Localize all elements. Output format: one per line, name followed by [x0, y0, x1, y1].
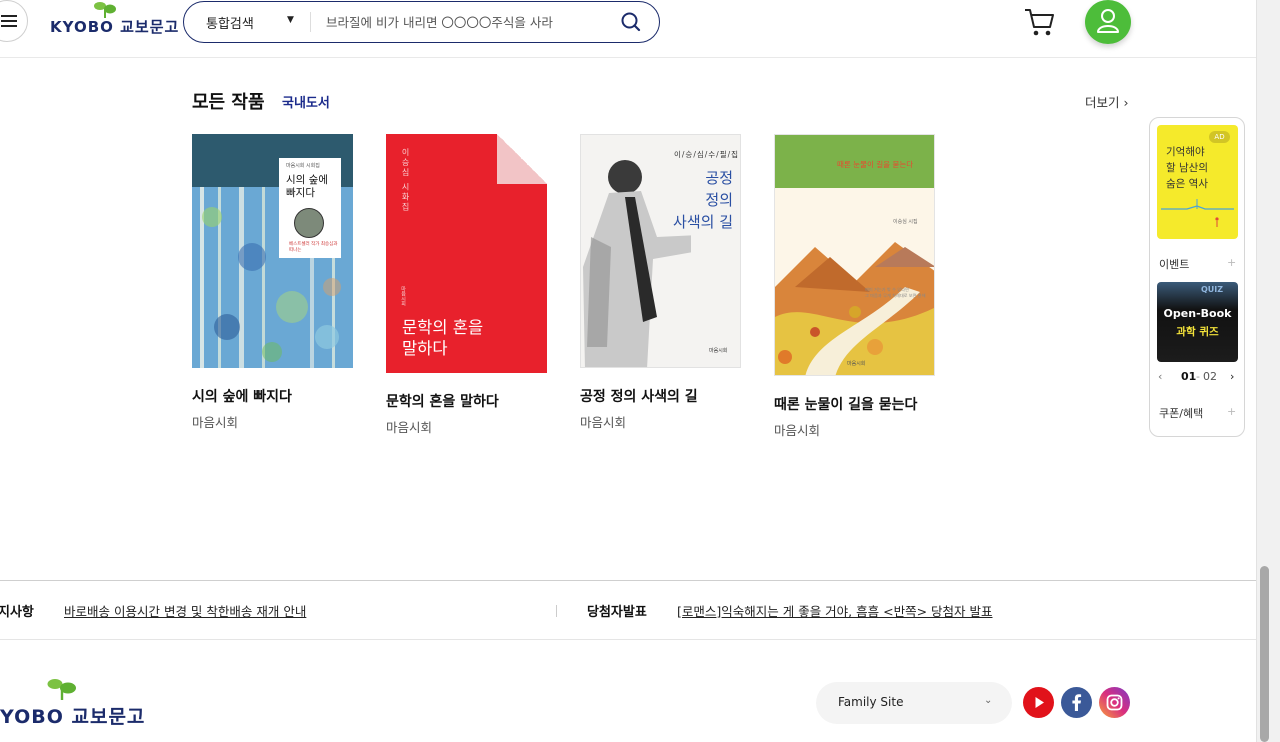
book-title[interactable]: 문학의 혼을 말하다 — [386, 391, 499, 411]
pager-total: 02 — [1203, 370, 1217, 383]
search-category-select[interactable]: 통합검색 — [206, 13, 254, 32]
pager-current: 01 — [1181, 370, 1197, 383]
notice-bar: 지사항 바로배송 이용시간 변경 및 착한배송 재개 안내 당첨자발표 [로맨스… — [0, 580, 1256, 640]
search-icon[interactable] — [620, 11, 642, 33]
author-portrait — [294, 208, 324, 238]
skyline-illustration — [1161, 199, 1234, 227]
caret-down-icon[interactable]: ▼ — [287, 15, 294, 25]
book-title[interactable]: 때론 눈물이 길을 묻는다 — [774, 394, 917, 414]
quick-menu-panel: AD 기억해야 할 남산의 숨은 역사 이벤트 + QUIZ Open-Book 과… — [1149, 117, 1245, 437]
page-scrollbar[interactable] — [1256, 0, 1280, 742]
event-link[interactable]: 이벤트 — [1159, 256, 1189, 272]
facebook-icon — [1061, 687, 1092, 718]
cover-illustration — [775, 242, 934, 375]
search-input[interactable] — [324, 9, 604, 35]
sprout-icon — [47, 679, 76, 700]
divider — [556, 605, 557, 617]
book-card[interactable]: 마음시회 시회집 시의 숲에 빠지다 베스트셀러 작가 최승심과 떠나는 시의 숲… — [192, 134, 354, 430]
logo-text: KYOBO 교보문고 — [50, 18, 180, 36]
book-card[interactable]: 이승심 시화집 마음시회 문학의 혼을 말하다 문학의 혼을 말하다 마음시회 — [386, 134, 548, 435]
kyobo-logo[interactable]: KYOBO 교보문고 — [50, 0, 178, 40]
book-title[interactable]: 공정 정의 사색의 길 — [580, 386, 698, 406]
my-account-button[interactable] — [1085, 0, 1131, 44]
book-cover[interactable]: 이승심 시화집 마음시회 문학의 혼을 말하다 — [386, 134, 547, 373]
footer-logo[interactable]: YOBO 교보문고 — [0, 676, 160, 728]
book-publisher: 마음시회 — [386, 420, 433, 435]
footer-logo-text: YOBO 교보문고 — [0, 706, 146, 728]
more-link[interactable]: 더보기 › — [1085, 92, 1129, 111]
chevron-right-icon: › — [1123, 95, 1129, 110]
youtube-link[interactable] — [1023, 687, 1054, 718]
book-card[interactable]: 이/승/심/수/필/집 공정 정의 사색의 길 마음시회 공정 정의 사색의 길 마… — [580, 134, 742, 430]
book-cover[interactable]: 이/승/심/수/필/집 공정 정의 사색의 길 마음시회 — [580, 134, 741, 368]
instagram-icon — [1099, 687, 1130, 718]
search-bar: 통합검색 ▼ — [183, 1, 660, 43]
notice-link[interactable]: 바로배송 이용시간 변경 및 착한배송 재개 안내 — [64, 601, 306, 620]
chevron-down-icon: ⌄ — [984, 695, 993, 706]
section-subtitle: 국내도서 — [282, 96, 330, 111]
chevron-right-icon[interactable]: › — [1230, 370, 1234, 383]
book-publisher: 마음시회 — [580, 415, 627, 430]
family-site-select[interactable]: Family Site ⌄ — [816, 682, 1012, 724]
book-cover[interactable]: 마음시회 시회집 시의 숲에 빠지다 베스트셀러 작가 최승심과 떠나는 — [192, 134, 353, 368]
section-title: 모든 작품 — [192, 92, 265, 113]
plus-icon[interactable]: + — [1227, 256, 1236, 269]
cover-title-card: 마음시회 시회집 시의 숲에 빠지다 베스트셀러 작가 최승심과 떠나는 — [279, 158, 341, 258]
ad-badge: AD — [1209, 131, 1230, 143]
menu-button[interactable] — [0, 0, 28, 42]
banner-pager: ‹ 01 - 02 › — [1158, 370, 1235, 383]
coupon-link[interactable]: 쿠폰/혜택 — [1159, 405, 1203, 421]
book-publisher: 마음시회 — [774, 423, 821, 438]
instagram-link[interactable] — [1099, 687, 1130, 718]
winners-label: 당첨자발표 — [587, 605, 647, 620]
site-header: KYOBO 교보문고 통합검색 ▼ — [0, 0, 1256, 58]
book-cover[interactable]: 때론 눈물이 길을 묻는다 이승심 시집 매미 거는가 밖 수 있다면 그 마음과… — [774, 134, 935, 376]
user-icon — [1097, 9, 1119, 33]
chevron-left-icon[interactable]: ‹ — [1158, 370, 1162, 383]
book-title[interactable]: 시의 숲에 빠지다 — [192, 386, 292, 406]
winners-link[interactable]: [로맨스]익숙해지는 게 좋을 거야, 흠흠 <반쪽> 당첨자 발표 — [677, 601, 993, 620]
youtube-icon — [1023, 687, 1054, 718]
cart-icon[interactable] — [1023, 6, 1057, 38]
plus-icon[interactable]: + — [1227, 405, 1236, 418]
quiz-banner[interactable]: QUIZ Open-Book 과학 퀴즈 — [1157, 282, 1238, 362]
book-card[interactable]: 때론 눈물이 길을 묻는다 이승심 시집 매미 거는가 밖 수 있다면 그 마음과… — [774, 134, 936, 438]
notice-label: 지사항 — [0, 605, 34, 620]
facebook-link[interactable] — [1061, 687, 1092, 718]
scrollbar-thumb[interactable] — [1260, 566, 1269, 742]
hamburger-icon — [1, 15, 17, 17]
ad-banner[interactable]: AD 기억해야 할 남산의 숨은 역사 — [1157, 125, 1238, 239]
divider — [310, 12, 311, 32]
book-publisher: 마음시회 — [192, 415, 239, 430]
